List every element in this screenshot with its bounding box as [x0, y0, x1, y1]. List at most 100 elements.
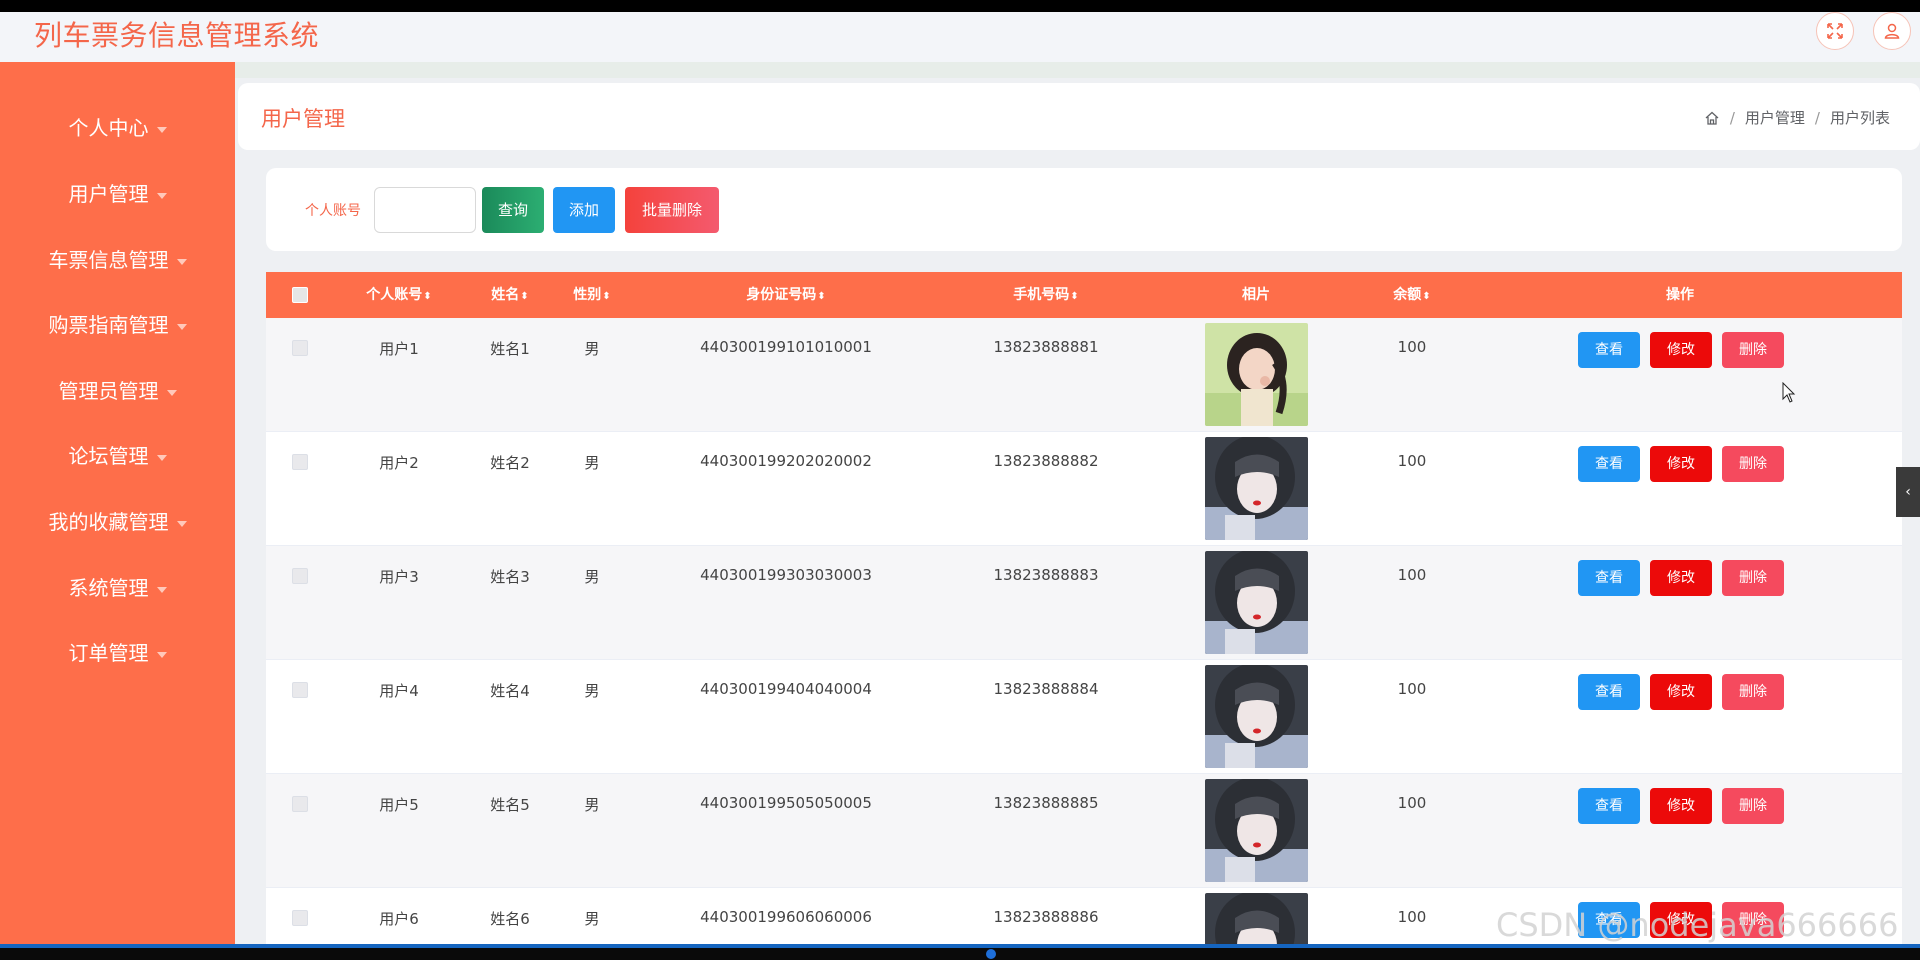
- row-checkbox[interactable]: [292, 796, 308, 812]
- top-divider: [235, 62, 1920, 78]
- column-header-balance[interactable]: 余额⬍: [1393, 272, 1430, 318]
- row-checkbox[interactable]: [292, 568, 308, 584]
- row-checkbox[interactable]: [292, 682, 308, 698]
- cell-idcard: 440300199202020002: [700, 452, 872, 470]
- add-button[interactable]: 添加: [553, 187, 615, 233]
- user-photo: [1205, 437, 1308, 540]
- sidebar-item-system-management[interactable]: 系统管理: [0, 568, 235, 608]
- view-button[interactable]: 查看: [1578, 674, 1640, 710]
- caret-down-icon: [176, 258, 187, 265]
- bottom-bar: [0, 948, 1920, 960]
- edit-button[interactable]: 修改: [1650, 332, 1712, 368]
- view-button[interactable]: 查看: [1578, 446, 1640, 482]
- column-header-photo: 相片: [1242, 287, 1270, 303]
- delete-button[interactable]: 删除: [1722, 674, 1784, 710]
- breadcrumb-separator: /: [1729, 108, 1735, 127]
- sort-icon[interactable]: ⬍: [1070, 291, 1078, 302]
- table-row[interactable]: 用户1 姓名1 男 440300199101010001 13823888881 100 查…: [266, 318, 1902, 432]
- delete-button[interactable]: 删除: [1722, 560, 1784, 596]
- cell-idcard: 440300199606060006: [700, 908, 872, 926]
- sort-icon[interactable]: ⬍: [817, 291, 825, 302]
- sidebar-item-guide-management[interactable]: 购票指南管理: [0, 305, 235, 345]
- sidebar-item-label: 管理员管理: [58, 379, 159, 403]
- cell-account: 用户3: [379, 568, 419, 586]
- table-row[interactable]: 用户2 姓名2 男 440300199202020002 13823888882 100 查…: [266, 432, 1902, 546]
- row-checkbox[interactable]: [292, 340, 308, 356]
- cell-name: 姓名4: [490, 682, 530, 700]
- breadcrumb-item-user-list: 用户列表: [1829, 109, 1890, 127]
- row-checkbox[interactable]: [292, 454, 308, 470]
- column-header-gender[interactable]: 性别⬍: [573, 272, 610, 318]
- caret-down-icon: [156, 192, 167, 199]
- top-bar: 列车票务信息管理系统: [0, 12, 1920, 62]
- user-photo: [1205, 893, 1308, 948]
- cell-phone: 13823888883: [993, 566, 1099, 584]
- delete-button[interactable]: 删除: [1722, 332, 1784, 368]
- column-header-name[interactable]: 姓名⬍: [491, 272, 528, 318]
- edit-button[interactable]: 修改: [1650, 446, 1712, 482]
- sidebar-item-admin-management[interactable]: 管理员管理: [0, 371, 235, 411]
- view-button[interactable]: 查看: [1578, 788, 1640, 824]
- cell-balance: 100: [1397, 452, 1427, 470]
- caret-down-icon: [156, 651, 167, 658]
- sidebar-item-label: 订单管理: [68, 641, 149, 665]
- table-row[interactable]: 用户4 姓名4 男 440300199404040004 13823888884 100 查…: [266, 660, 1902, 774]
- edit-button[interactable]: 修改: [1650, 674, 1712, 710]
- row-checkbox[interactable]: [292, 910, 308, 926]
- view-button[interactable]: 查看: [1578, 560, 1640, 596]
- table-row[interactable]: 用户5 姓名5 男 440300199505050005 13823888885 100 查…: [266, 774, 1902, 888]
- collapse-panel-handle[interactable]: ‹: [1896, 467, 1920, 517]
- delete-button[interactable]: 删除: [1722, 788, 1784, 824]
- sidebar: 个人中心 用户管理 车票信息管理 购票指南管理 管理员管理 论坛管理 我的收藏管…: [0, 62, 235, 948]
- account-search-label: 个人账号: [305, 203, 361, 219]
- cell-account: 用户6: [379, 910, 419, 928]
- account-search-input[interactable]: [374, 187, 476, 233]
- edit-button[interactable]: 修改: [1650, 560, 1712, 596]
- column-header-account[interactable]: 个人账号⬍: [366, 272, 431, 318]
- progress-dot[interactable]: [986, 949, 996, 959]
- sidebar-item-label: 系统管理: [68, 576, 149, 600]
- edit-button[interactable]: 修改: [1650, 788, 1712, 824]
- cell-phone: 13823888885: [993, 794, 1099, 812]
- delete-button[interactable]: 删除: [1722, 446, 1784, 482]
- app-viewport: 列车票务信息管理系统 个人中心 用户管理 车票信息管理 购票指南管理 管理员管理…: [0, 12, 1920, 948]
- cell-name: 姓名6: [490, 910, 530, 928]
- cell-idcard: 440300199404040004: [700, 680, 872, 698]
- cell-idcard: 440300199101010001: [700, 338, 872, 356]
- sidebar-item-ticket-management[interactable]: 车票信息管理: [0, 240, 235, 280]
- sidebar-item-user-management[interactable]: 用户管理: [0, 174, 235, 214]
- sort-icon[interactable]: ⬍: [602, 291, 610, 302]
- sort-icon[interactable]: ⬍: [520, 291, 528, 302]
- mouse-cursor-icon: [1782, 382, 1796, 403]
- sidebar-item-favorites-management[interactable]: 我的收藏管理: [0, 502, 235, 542]
- breadcrumb-separator: /: [1814, 108, 1820, 127]
- cell-account: 用户5: [379, 796, 419, 814]
- sort-icon[interactable]: ⬍: [1422, 291, 1430, 302]
- sort-icon[interactable]: ⬍: [423, 291, 431, 302]
- cell-gender: 男: [584, 454, 600, 472]
- cell-name: 姓名5: [490, 796, 530, 814]
- sidebar-item-forum-management[interactable]: 论坛管理: [0, 436, 235, 476]
- caret-down-icon: [176, 323, 187, 330]
- cell-account: 用户2: [379, 454, 419, 472]
- cell-balance: 100: [1397, 338, 1427, 356]
- column-header-idcard[interactable]: 身份证号码⬍: [746, 272, 825, 318]
- cell-name: 姓名2: [490, 454, 530, 472]
- sidebar-item-label: 购票指南管理: [48, 313, 169, 337]
- sidebar-item-personal-center[interactable]: 个人中心: [0, 108, 235, 148]
- breadcrumb-item-user-management[interactable]: 用户管理: [1745, 107, 1805, 128]
- user-photo: [1205, 551, 1308, 654]
- sidebar-item-label: 用户管理: [68, 182, 149, 206]
- select-all-checkbox[interactable]: [292, 287, 308, 303]
- expand-icon[interactable]: [1816, 12, 1854, 50]
- home-icon[interactable]: [1704, 110, 1720, 126]
- cell-account: 用户1: [379, 340, 419, 358]
- cell-balance: 100: [1397, 566, 1427, 584]
- batch-delete-button[interactable]: 批量删除: [625, 187, 719, 233]
- view-button[interactable]: 查看: [1578, 332, 1640, 368]
- table-row[interactable]: 用户3 姓名3 男 440300199303030003 13823888883 100 查…: [266, 546, 1902, 660]
- sidebar-item-order-management[interactable]: 订单管理: [0, 633, 235, 673]
- column-header-phone[interactable]: 手机号码⬍: [1013, 272, 1078, 318]
- query-button[interactable]: 查询: [482, 187, 544, 233]
- user-icon[interactable]: [1873, 12, 1911, 50]
